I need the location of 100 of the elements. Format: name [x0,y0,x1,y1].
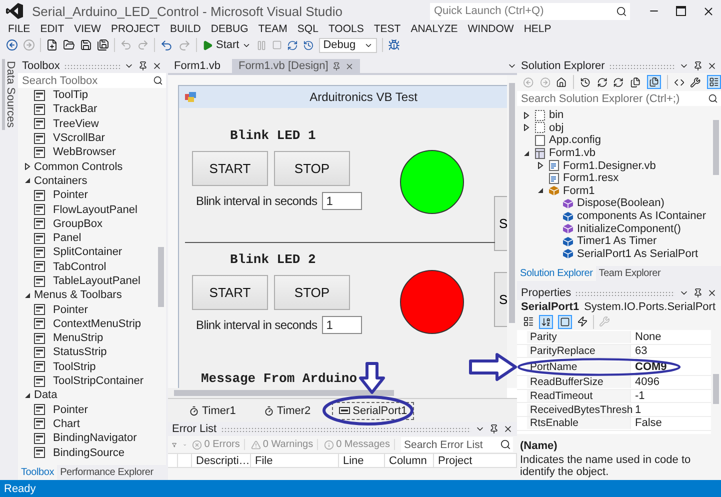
start-button[interactable]: START [192,275,268,310]
search-field[interactable]: Search Solution Explorer (Ctrl+;) [517,91,705,106]
menu-item[interactable]: TEAM [253,23,292,35]
control-item[interactable]: TreeView [53,118,99,130]
tree-item[interactable]: InitializeComponent() [577,222,681,235]
control-item[interactable]: BindingSource [53,446,125,459]
menu-item[interactable]: EDIT [35,23,70,35]
menu-item[interactable]: VIEW [69,23,106,35]
tree-item[interactable]: App.config [549,134,601,146]
control-item[interactable]: ToolStrip [53,360,96,373]
object-selector[interactable]: SerialPort1 System.IO.Ports.SerialPort [517,300,721,313]
collapse-icon[interactable] [24,392,31,399]
drag-handle[interactable] [608,64,675,68]
category-header[interactable]: Data [34,389,58,402]
control-item[interactable]: TableLayoutPanel [53,275,140,287]
open-folder-icon[interactable] [63,39,75,51]
search-icon[interactable] [613,2,630,20]
control-item[interactable]: Chart [53,418,80,430]
category-header[interactable]: Containers [34,174,88,187]
drag-handle[interactable] [64,64,120,68]
menu-item[interactable]: FILE [3,23,36,35]
maximize-icon[interactable] [676,6,686,16]
component-item[interactable]: SerialPort1 [332,402,414,420]
close-icon[interactable] [503,424,513,434]
control-item[interactable]: FlowLayoutPanel [53,204,138,216]
property-value[interactable]: COM9 [631,360,711,373]
control-item[interactable]: WebBrowser [53,146,116,158]
interval-field[interactable]: 1 [322,192,362,210]
expand-icon[interactable] [522,112,530,119]
refresh-icon[interactable] [613,76,624,88]
menu-item[interactable]: DEBUG [206,23,254,35]
property-value[interactable]: None [631,331,711,344]
collapse-all-icon[interactable] [630,76,641,88]
stop-button[interactable]: STOP [274,151,350,186]
drag-handle[interactable] [220,426,471,432]
control-item[interactable]: MenuStrip [53,332,104,344]
tree-item[interactable]: SerialPort1 As SerialPort [577,248,698,260]
close-icon[interactable] [702,4,715,18]
pin-icon[interactable] [489,424,499,434]
tree-item[interactable]: Form1.resx [563,172,619,184]
collapse-icon[interactable] [536,187,544,194]
property-name[interactable]: ReadBufferSize [527,376,631,388]
property-value[interactable]: 1 [631,404,711,416]
control-item[interactable]: Panel [53,232,82,244]
property-value[interactable]: 63 [631,344,711,357]
property-name[interactable]: ParityReplace [527,344,631,357]
scrollbar[interactable] [168,388,507,398]
interval-field[interactable]: 1 [322,316,362,334]
sync-icon[interactable] [596,76,608,88]
search-field[interactable]: Search Error List [401,437,498,452]
search-field[interactable]: Search Toolbox [18,73,150,88]
side-button[interactable]: S [494,272,507,327]
code-icon[interactable] [674,76,684,88]
menu-item[interactable]: TOOLS [323,23,369,35]
property-name[interactable]: RtsEnable [527,417,631,430]
properties-icon[interactable] [560,316,570,326]
tool-window-tab[interactable]: Solution Explorer [517,266,596,281]
tree-item[interactable]: Form1 [563,184,595,197]
stop-button[interactable]: STOP [274,275,350,310]
tree-item[interactable]: Form1.Designer.vb [563,160,656,172]
collapse-icon[interactable] [24,177,31,184]
tool-window-tab[interactable]: Toolbox [18,465,58,480]
control-item[interactable]: StatusStrip [53,346,107,358]
close-icon[interactable] [707,288,717,298]
menu-item[interactable]: WINDOW [462,23,519,35]
scrollbar[interactable] [507,75,517,388]
properties-icon[interactable] [690,76,701,88]
control-item[interactable]: Pointer [53,404,88,416]
category-header[interactable]: Menus & Toolbars [34,289,122,302]
pin-icon[interactable] [693,61,703,71]
property-value[interactable]: -1 [631,390,711,402]
drag-handle[interactable] [575,290,675,296]
close-icon[interactable] [707,61,717,71]
menu-item[interactable]: PROJECT [106,23,165,35]
component-item[interactable]: Timer2 [256,402,318,420]
column-header[interactable]: Descripti… [192,454,251,467]
configuration-dropdown[interactable]: Debug [319,38,378,52]
search-icon[interactable] [498,437,513,452]
tree-item[interactable]: Timer1 As Timer [577,235,657,248]
property-value[interactable]: False [631,417,711,430]
start-button[interactable]: Start [202,39,252,51]
property-name[interactable]: PortName [527,360,631,373]
menu-item[interactable]: BUILD [164,23,206,35]
expand-icon[interactable] [536,162,544,170]
menu-item[interactable]: SQL [292,23,324,35]
menu-item[interactable]: HELP [518,23,556,35]
pin-icon[interactable] [138,61,148,71]
component-item[interactable]: Timer1 [182,402,243,420]
new-file-icon[interactable] [46,39,58,51]
show-all-files-icon[interactable] [648,77,659,87]
restart-icon[interactable] [303,40,314,50]
expand-icon[interactable] [522,124,530,132]
search-icon[interactable] [705,91,721,106]
control-item[interactable]: ToolStripContainer [53,375,144,388]
tree-item[interactable]: components As IContainer [577,210,706,222]
collapse-icon[interactable] [522,150,530,157]
tree-item[interactable]: bin [549,109,564,122]
control-item[interactable]: TrackBar [53,103,98,116]
column-header[interactable]: Line [339,454,385,467]
sort-icon[interactable] [541,316,551,326]
